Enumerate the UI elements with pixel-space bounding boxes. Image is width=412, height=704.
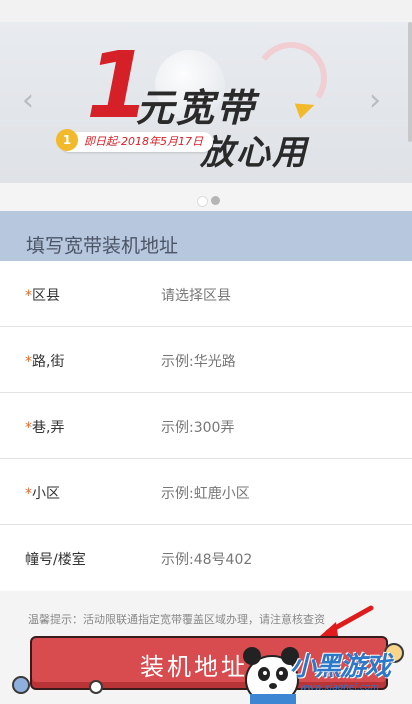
- section-title: 填写宽带装机地址: [26, 235, 179, 257]
- decor-dot: [12, 676, 30, 694]
- address-form: *区县 请选择区县 *路,街 示例:华光路 *巷,弄 示例:300弄 *小区 示…: [0, 261, 412, 591]
- field-label: *区县: [25, 285, 60, 305]
- section-header: 填写宽带装机地址: [0, 211, 412, 261]
- coin-icon: 1: [56, 129, 78, 151]
- lane-input[interactable]: 示例:300弄: [161, 417, 234, 437]
- form-row-lane[interactable]: *巷,弄 示例:300弄: [0, 393, 412, 459]
- field-label: 幢号/楼室: [25, 549, 86, 569]
- form-row-district[interactable]: *区县 请选择区县: [0, 261, 412, 327]
- required-mark: *: [25, 288, 32, 304]
- field-label-text: 区县: [32, 288, 60, 304]
- building-input[interactable]: 示例:48号402: [161, 549, 252, 569]
- scrollbar[interactable]: [408, 22, 412, 142]
- field-label-text: 巷,弄: [32, 420, 65, 436]
- form-row-building[interactable]: 幢号/楼室 示例:48号402: [0, 525, 412, 590]
- banner-title-line1: 元宽带: [136, 86, 257, 130]
- banner-date: 即日起-2018年5月17日: [60, 132, 213, 152]
- field-label: *巷,弄: [25, 417, 64, 437]
- watermark-logo: 小黑游戏: [290, 652, 391, 682]
- carousel-indicator: [0, 183, 412, 211]
- field-label: *小区: [25, 483, 60, 503]
- top-strip: [0, 0, 412, 22]
- wifi-icon: [249, 36, 333, 120]
- field-label-text: 幢号/楼室: [25, 552, 86, 568]
- required-mark: *: [25, 354, 32, 370]
- form-row-road[interactable]: *路,街 示例:华光路: [0, 327, 412, 393]
- carousel-dot-2[interactable]: [211, 196, 220, 205]
- required-mark: *: [25, 420, 32, 436]
- road-input[interactable]: 示例:华光路: [161, 351, 236, 371]
- promo-banner[interactable]: 1 元宽带 放心用 1 即日起-2018年5月17日 ‹ ›: [0, 22, 412, 183]
- decor-dot: [89, 680, 103, 694]
- banner-title-line2: 放心用: [200, 133, 308, 173]
- form-row-community[interactable]: *小区 示例:虹鹿小区: [0, 459, 412, 525]
- carousel-next-arrow-icon[interactable]: ›: [369, 86, 381, 116]
- required-mark: *: [25, 486, 32, 502]
- carousel-dot-1[interactable]: [197, 196, 208, 207]
- field-label-text: 小区: [32, 486, 60, 502]
- carousel-prev-arrow-icon[interactable]: ‹: [22, 86, 34, 116]
- tip-text: 温馨提示：活动限联通指定宽带覆盖区域办理，请注意核查资: [28, 613, 325, 626]
- community-input[interactable]: 示例:虹鹿小区: [161, 483, 250, 503]
- district-select[interactable]: 请选择区县: [161, 285, 231, 305]
- watermark-url: www.xiaohei.com: [300, 683, 380, 693]
- field-label: *路,街: [25, 351, 64, 371]
- field-label-text: 路,街: [32, 354, 65, 370]
